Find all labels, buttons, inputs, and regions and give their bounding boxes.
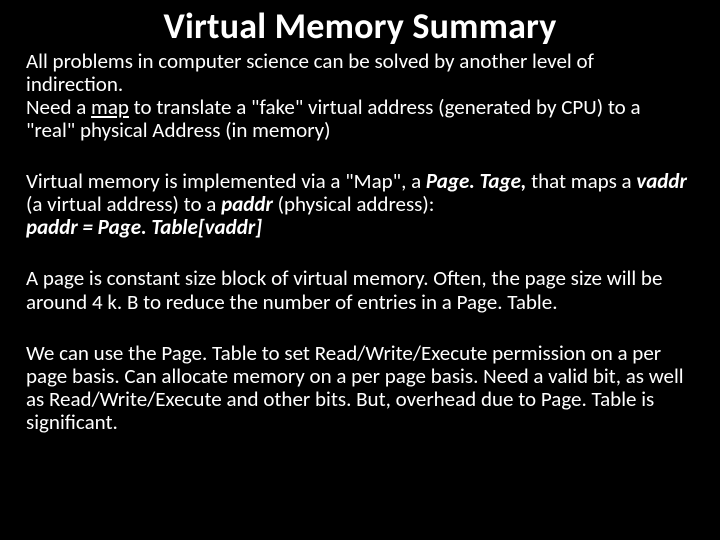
text: Need a (26, 94, 91, 120)
slide: Virtual Memory Summary All problems in c… (0, 0, 720, 540)
text: (a virtual address) to a (26, 191, 221, 217)
term-pagetage: Page. Tage, (426, 168, 526, 194)
paragraph-map: Virtual memory is implemented via a "Map… (26, 170, 694, 239)
paragraph-page-size: A page is constant size block of virtual… (26, 267, 694, 313)
equation: paddr = Page. Table[vaddr] (26, 214, 262, 240)
paragraph-indirection: All problems in computer science can be … (26, 50, 694, 142)
term-vaddr: vaddr (636, 168, 687, 194)
text: (physical address): (273, 191, 435, 217)
text: that maps a (526, 168, 636, 194)
underline-map: map (91, 94, 129, 120)
term-paddr: paddr (221, 191, 273, 217)
text: Virtual memory is implemented via a "Map… (26, 168, 426, 194)
text: All problems in computer science can be … (26, 48, 594, 97)
paragraph-permissions: We can use the Page. Table to set Read/W… (26, 342, 694, 434)
slide-title: Virtual Memory Summary (26, 8, 694, 46)
